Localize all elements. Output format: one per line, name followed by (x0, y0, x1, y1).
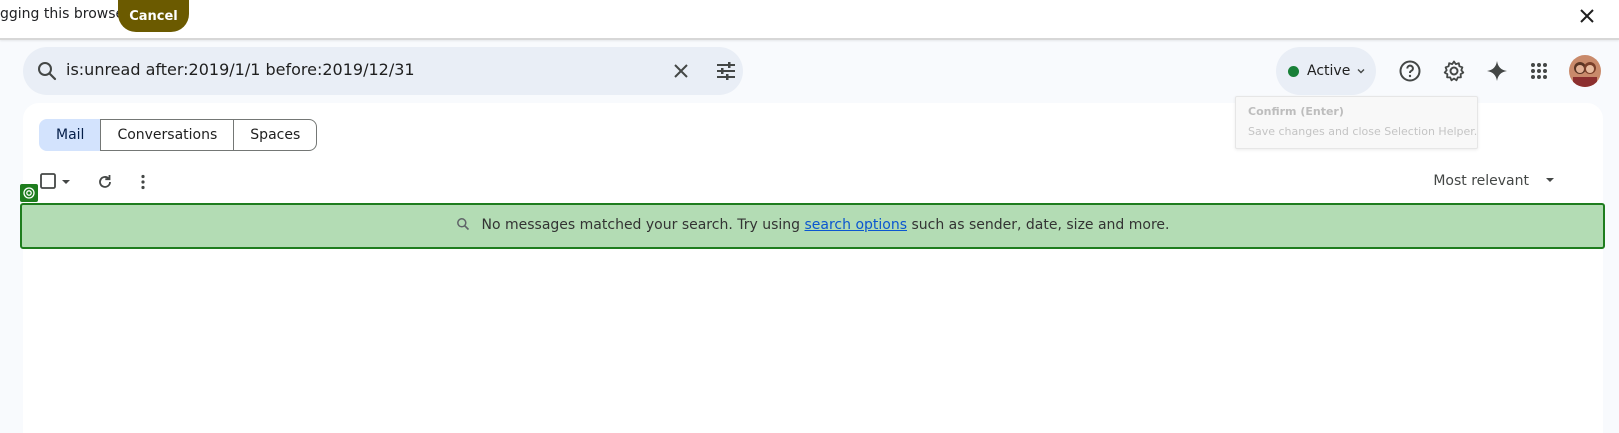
empty-text-after: such as sender, date, size and more. (907, 217, 1170, 233)
refresh-icon[interactable] (95, 172, 115, 192)
search-bar[interactable]: is:unread after:2019/1/1 before:2019/12/… (23, 47, 743, 95)
help-icon[interactable] (1398, 59, 1422, 83)
gemini-icon[interactable] (1485, 59, 1509, 83)
settings-icon[interactable] (1442, 59, 1466, 83)
select-dropdown-icon[interactable] (59, 172, 79, 192)
empty-text-before: No messages matched your search. Try usi… (481, 217, 805, 233)
search-icon (456, 218, 469, 231)
search-options-icon[interactable] (714, 59, 738, 83)
empty-results-message: No messages matched your search. Try usi… (20, 203, 1605, 249)
results-panel: Mail Conversations Spaces Most relevant (23, 103, 1603, 433)
close-icon[interactable] (1575, 4, 1599, 28)
sort-selector[interactable]: Most relevant (1433, 173, 1555, 189)
avatar[interactable] (1569, 55, 1601, 87)
search-icon[interactable] (35, 59, 59, 83)
clear-search-icon[interactable] (669, 59, 693, 83)
status-dot (1288, 66, 1299, 77)
status-label: Active (1307, 63, 1351, 79)
list-toolbar: Most relevant (39, 169, 1579, 195)
tooltip-description: Save changes and close Selection Helper. (1248, 125, 1478, 138)
apps-icon[interactable] (1527, 59, 1551, 83)
status-selector[interactable]: Active (1276, 47, 1376, 95)
cancel-button[interactable]: Cancel (118, 0, 189, 32)
result-type-tabs: Mail Conversations Spaces (39, 119, 318, 151)
debug-banner: gging this browser Cancel (0, 0, 1619, 40)
confirm-tooltip: Confirm (Enter) Save changes and close S… (1235, 96, 1478, 149)
tab-conversations[interactable]: Conversations (100, 119, 235, 151)
tooltip-title: Confirm (Enter) (1248, 105, 1344, 118)
chevron-down-icon (1355, 64, 1367, 76)
select-all-checkbox[interactable] (39, 172, 59, 192)
more-options-icon[interactable] (133, 172, 153, 192)
tab-spaces[interactable]: Spaces (233, 119, 318, 151)
banner-message: gging this browser (0, 6, 130, 22)
tab-mail[interactable]: Mail (39, 119, 102, 151)
search-options-link[interactable]: search options (804, 217, 907, 233)
caret-down-icon (1545, 173, 1555, 189)
selection-marker-icon (20, 184, 38, 202)
sort-label: Most relevant (1433, 173, 1529, 189)
search-input[interactable]: is:unread after:2019/1/1 before:2019/12/… (66, 60, 415, 79)
